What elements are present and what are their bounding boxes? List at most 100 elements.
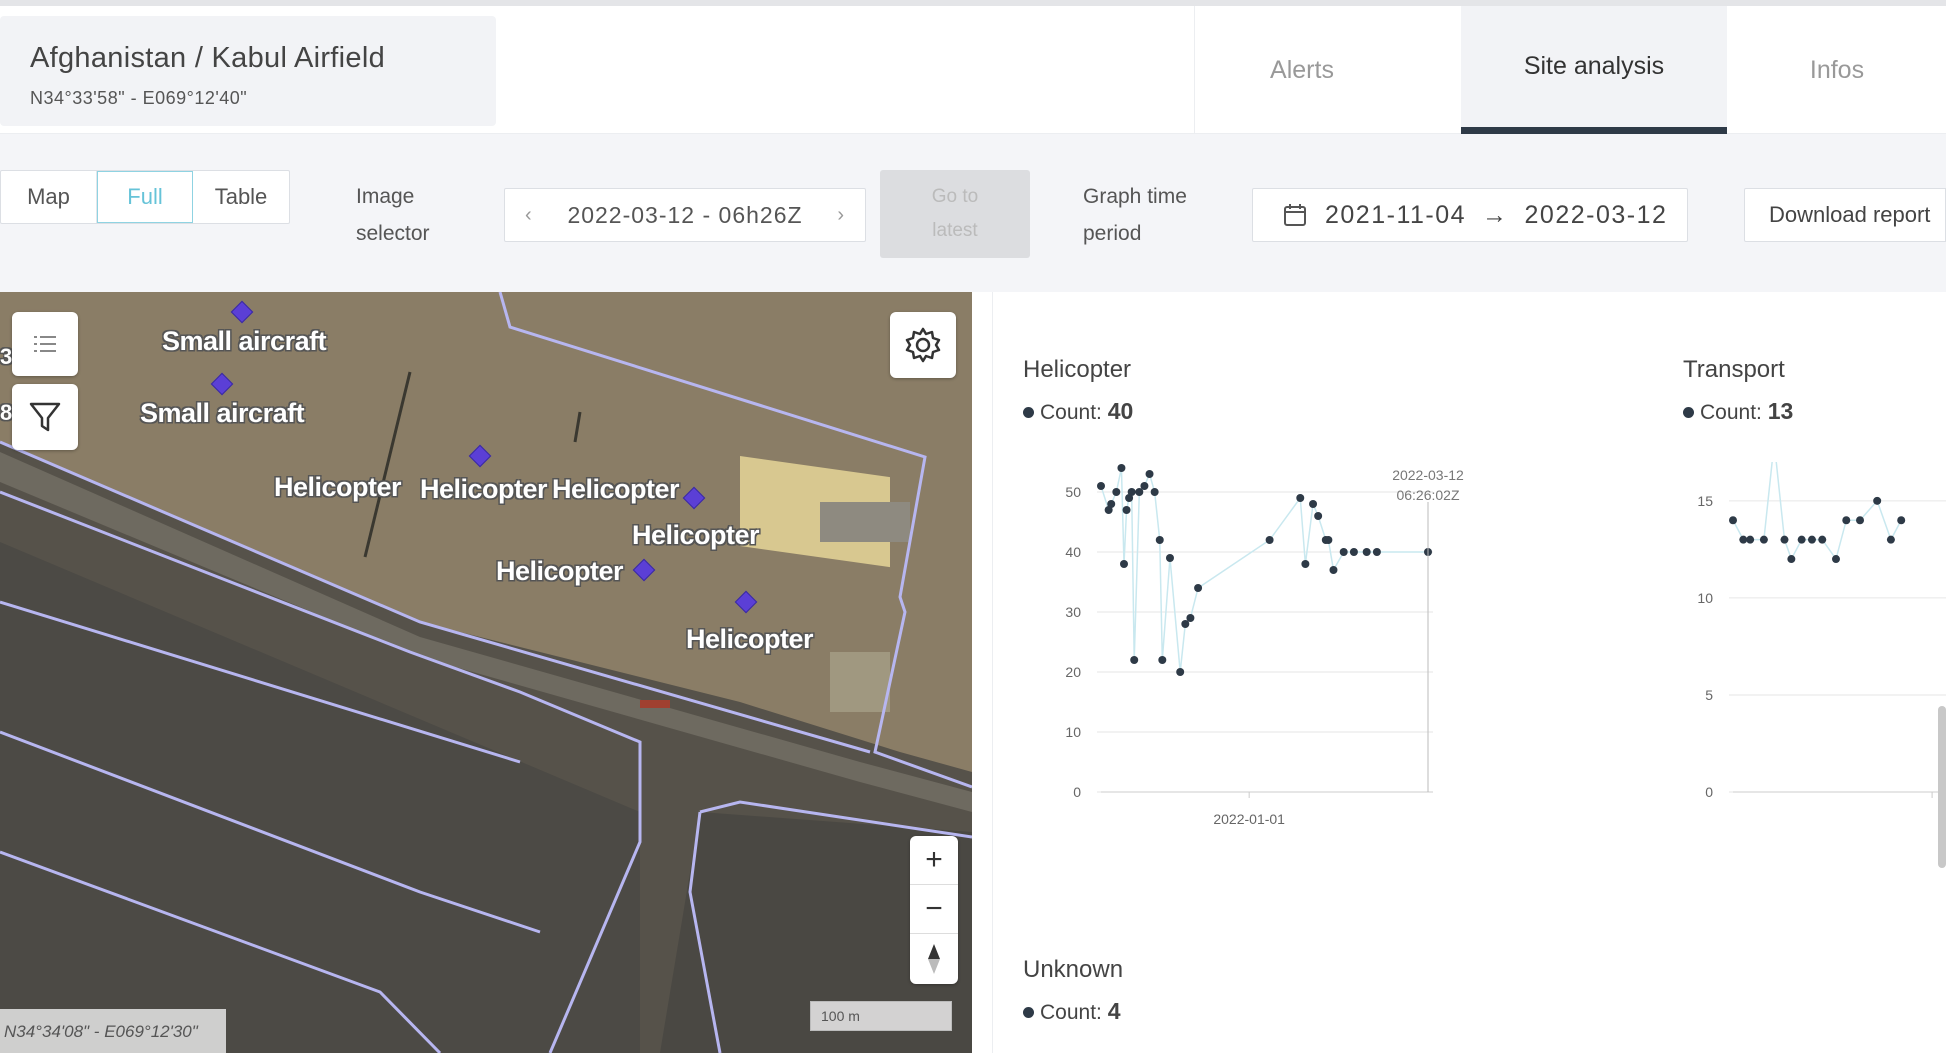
arrow-right-icon: → [1482, 200, 1509, 229]
map-settings-button[interactable] [890, 312, 956, 378]
helicopter-chart[interactable]: 0 10 20 30 40 50 2022-01-01 2022-03-12 06:26:02Z [1013, 462, 1573, 842]
view-mode-switch: Map Full Table [0, 170, 290, 224]
transport-chart[interactable]: 0510152022 [1673, 462, 1946, 842]
map-label[interactable]: Small aircraft [162, 326, 327, 357]
go-to-latest-button[interactable]: Go to latest [880, 170, 1030, 258]
data-point [1873, 496, 1882, 505]
graph-period-label-line1: Graph time [1083, 185, 1187, 208]
series-line [1100, 467, 1428, 673]
filter-icon [29, 402, 61, 432]
satellite-map[interactable]: Small aircraft Small aircraft Helicopter… [0, 292, 972, 1053]
y-tick-label: 0 [1705, 784, 1713, 800]
image-selector[interactable]: ‹ 2022-03-12 - 06h26Z › [504, 188, 866, 242]
data-point [1194, 584, 1203, 592]
compass-button[interactable] [910, 934, 958, 983]
map-label[interactable]: Helicopter [632, 520, 760, 551]
transport-count: Count: 13 [1683, 398, 1793, 425]
data-point [1301, 560, 1310, 568]
data-point [1309, 500, 1318, 508]
cursor-coordinates: N34°34'08" - E069°12'30" [0, 1009, 226, 1053]
zoom-controls: + − [910, 836, 958, 984]
data-point [1886, 535, 1895, 544]
data-point [1176, 668, 1185, 676]
data-point [1856, 516, 1865, 525]
view-mode-map[interactable]: Map [1, 171, 97, 223]
image-selector-label-line2: selector [356, 222, 430, 245]
view-mode-table[interactable]: Table [193, 171, 289, 223]
calendar-icon [1284, 204, 1306, 226]
unknown-chart-title: Unknown [1023, 956, 1124, 983]
y-tick-label: 30 [1065, 604, 1081, 620]
view-mode-full[interactable]: Full [97, 171, 193, 223]
data-point [1155, 536, 1164, 544]
unknown-count: Count: 4 [1023, 998, 1121, 1025]
y-tick-label: 10 [1065, 724, 1081, 740]
chevron-right-icon[interactable]: › [837, 204, 845, 227]
site-card: Afghanistan / Kabul Airfield N34°33'58" … [0, 16, 496, 126]
map-label[interactable]: Helicopter [496, 556, 624, 587]
period-start: 2021-11-04 [1325, 200, 1467, 229]
graph-period-label: Graph time period [1083, 178, 1187, 252]
data-point [1140, 482, 1149, 490]
map-label[interactable]: Helicopter [274, 472, 402, 503]
cursor-annotation: 2022-03-12 [1392, 467, 1464, 483]
data-point [1349, 548, 1358, 556]
data-point [1759, 535, 1768, 544]
data-point [1818, 535, 1827, 544]
chevron-left-icon[interactable]: ‹ [525, 204, 533, 227]
helicopter-count: Count: 40 [1023, 398, 1133, 425]
filter-button[interactable] [12, 384, 78, 450]
map-label[interactable]: Helicopter [420, 474, 548, 505]
tab-site-analysis[interactable]: Site analysis [1461, 6, 1727, 134]
data-point [1097, 482, 1105, 490]
count-value: 40 [1107, 398, 1134, 424]
y-tick-label: 40 [1065, 544, 1081, 560]
y-tick-label: 50 [1065, 484, 1081, 500]
data-point [1339, 548, 1348, 556]
charts-panel: Helicopter Count: 40 0 10 20 30 40 50 2022-01-… [992, 292, 1946, 1053]
data-point [1165, 554, 1174, 562]
series-dot-icon [1023, 407, 1034, 418]
site-title: Afghanistan / Kabul Airfield [30, 42, 386, 74]
tab-alerts[interactable]: Alerts [1195, 6, 1409, 134]
series-dot-icon [1023, 1007, 1034, 1018]
data-point [1186, 614, 1195, 622]
tab-bar: Alerts Site analysis Infos [1194, 6, 1946, 134]
data-point [1780, 535, 1789, 544]
map-label[interactable]: Small aircraft [140, 398, 305, 429]
data-point [1746, 535, 1755, 544]
zoom-in-button[interactable]: + [910, 836, 958, 885]
data-point [1897, 516, 1906, 525]
map-label[interactable]: Helicopter [552, 474, 680, 505]
count-label: Count: [1040, 401, 1102, 424]
count-value: 13 [1767, 398, 1794, 424]
layers-list-button[interactable] [12, 312, 78, 376]
map-label-partial: 8 [0, 400, 12, 425]
series-line [1732, 462, 1902, 561]
map-scale: 100 m [810, 1001, 952, 1031]
scrollbar[interactable] [1938, 706, 1946, 868]
count-label: Count: [1700, 401, 1762, 424]
download-report-button[interactable]: Download report [1744, 188, 1946, 242]
data-point [1112, 488, 1121, 496]
transport-chart-title: Transport [1683, 356, 1785, 383]
data-point [1117, 464, 1126, 472]
compass-icon [928, 943, 940, 974]
data-point [1314, 512, 1323, 520]
x-tick-label: 2022-01-01 [1213, 811, 1285, 827]
helicopter-chart-title: Helicopter [1023, 356, 1132, 383]
graph-period-label-line2: period [1083, 222, 1142, 245]
data-point [1329, 566, 1338, 574]
image-selector-label: Image selector [356, 178, 430, 252]
tab-infos[interactable]: Infos [1727, 6, 1946, 134]
data-point [1122, 506, 1131, 514]
map-label[interactable]: Helicopter [686, 624, 814, 655]
count-value: 4 [1107, 998, 1121, 1024]
zoom-out-button[interactable]: − [910, 885, 958, 934]
data-point [1296, 494, 1305, 502]
data-point [1145, 470, 1154, 478]
y-tick-label: 5 [1705, 687, 1713, 703]
date-range-picker[interactable]: 2021-11-04 → 2022-03-12 [1252, 188, 1688, 242]
y-tick-label: 15 [1697, 493, 1713, 509]
count-label: Count: [1040, 1001, 1102, 1024]
